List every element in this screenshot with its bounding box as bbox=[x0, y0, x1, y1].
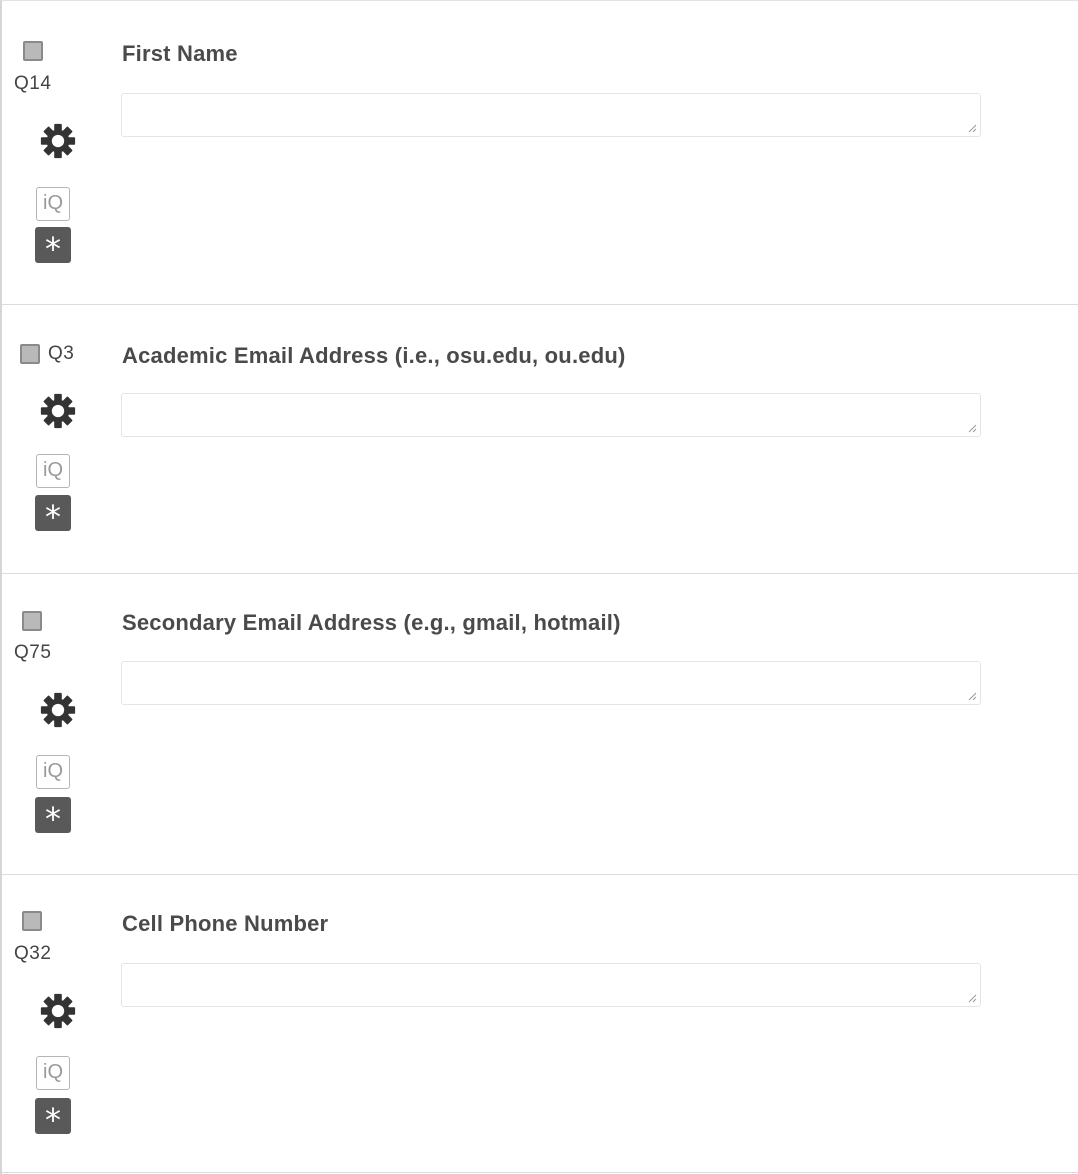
answer-text-field[interactable] bbox=[121, 963, 981, 1007]
iq-score-icon[interactable]: iQ bbox=[36, 187, 70, 221]
resize-handle-icon[interactable] bbox=[968, 424, 977, 433]
question-select-checkbox[interactable] bbox=[20, 344, 40, 364]
iq-score-icon[interactable]: iQ bbox=[36, 454, 70, 488]
resize-handle-icon[interactable] bbox=[968, 124, 977, 133]
gear-icon[interactable] bbox=[39, 392, 77, 430]
question-text: First Name bbox=[122, 41, 238, 66]
question-number: Q3 bbox=[48, 343, 75, 364]
iq-score-icon[interactable]: iQ bbox=[36, 755, 70, 789]
required-asterisk-icon[interactable]: * bbox=[35, 495, 71, 536]
question-number: Q14 bbox=[14, 73, 52, 94]
question-select-checkbox[interactable] bbox=[22, 911, 42, 931]
required-asterisk-icon[interactable]: * bbox=[35, 797, 71, 838]
iq-score-icon[interactable]: iQ bbox=[36, 1056, 70, 1090]
resize-handle-icon[interactable] bbox=[968, 994, 977, 1003]
gear-icon[interactable] bbox=[39, 122, 77, 160]
required-asterisk-icon[interactable]: * bbox=[35, 227, 71, 268]
question-number: Q32 bbox=[14, 943, 52, 964]
question-text: Secondary Email Address (e.g., gmail, ho… bbox=[122, 610, 621, 635]
question-block: Q3 iQ * Academic Email Address (i.e., os… bbox=[2, 305, 1078, 574]
required-asterisk-icon[interactable]: * bbox=[35, 1098, 71, 1139]
question-text: Academic Email Address (i.e., osu.edu, o… bbox=[122, 343, 626, 368]
resize-handle-icon[interactable] bbox=[968, 692, 977, 701]
answer-text-field[interactable] bbox=[121, 661, 981, 705]
survey-editor: Q14 iQ * First Name Q3 iQ * Academic Ema… bbox=[0, 0, 1078, 1174]
question-block: Q14 iQ * First Name bbox=[2, 1, 1078, 305]
question-text: Cell Phone Number bbox=[122, 911, 329, 936]
answer-text-field[interactable] bbox=[121, 93, 981, 137]
question-block: Q32 iQ * Cell Phone Number bbox=[2, 875, 1078, 1173]
question-number: Q75 bbox=[14, 642, 52, 663]
question-select-checkbox[interactable] bbox=[23, 41, 43, 61]
gear-icon[interactable] bbox=[39, 992, 77, 1030]
question-select-checkbox[interactable] bbox=[22, 611, 42, 631]
answer-text-field[interactable] bbox=[121, 393, 981, 437]
gear-icon[interactable] bbox=[39, 691, 77, 729]
question-block: Q75 iQ * Secondary Email Address (e.g., … bbox=[2, 574, 1078, 875]
